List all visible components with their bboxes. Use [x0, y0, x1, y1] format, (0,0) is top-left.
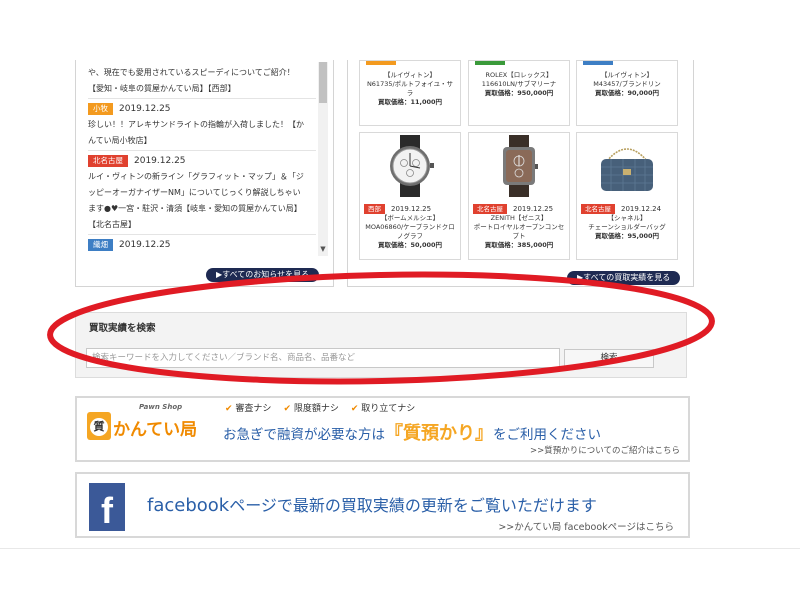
pawn-shop-label: Pawn Shop	[139, 403, 183, 411]
product-name: 116610LN/サブマリーナ	[481, 80, 557, 88]
feature-checks: ✔ 審査ナシ ✔ 限度額ナシ ✔ 取り立てナシ	[225, 401, 415, 414]
product-name: N61735/ポルトフォイユ・サ	[366, 80, 454, 88]
divider	[88, 234, 316, 235]
news-date: 2019.12.25	[119, 104, 171, 114]
pawn-highlight: 『質預かり』	[385, 423, 493, 444]
news-date: 2019.12.25	[134, 156, 186, 166]
pawn-banner[interactable]: 質 かんてい局 Pawn Shop ✔ 審査ナシ ✔ 限度額ナシ ✔ 取り立てナ…	[75, 396, 690, 462]
news-text: や、現在でも愛用されているスピーディについてご紹介！	[88, 68, 295, 77]
list-item[interactable]: 小牧 2019.12.25 珍しい！！アレキサンドライトの指輪が入荷しました！【…	[88, 101, 316, 149]
facebook-page-link[interactable]: >>かんてい局 facebookページはこちら	[498, 519, 674, 533]
product-name: 【ルイヴィトン】	[384, 71, 436, 79]
news-text: ます●♥一宮・駐沢・清須【岐阜・愛知の質屋かんてい局】	[88, 204, 302, 213]
store-tag	[475, 61, 505, 65]
all-news-button[interactable]: ▶すべてのお知らせを見る	[206, 268, 320, 282]
check-icon: ✔	[225, 404, 233, 414]
divider	[88, 98, 316, 99]
pawn-logo-icon: 質	[87, 412, 111, 440]
list-item[interactable]: や、現在でも愛用されているスピーディについてご紹介！ 【愛知・岐阜の質屋かんてい…	[88, 65, 316, 97]
footer-divider	[0, 548, 800, 549]
facebook-message: facebook ページで最新の買取実績の更新をご覧いただけます	[147, 495, 597, 516]
store-tag: 小牧	[88, 103, 113, 115]
product-name: 【ボームメルシエ】	[380, 214, 440, 222]
news-date: 2019.12.25	[119, 240, 171, 250]
news-text: 【愛知・岐阜の質屋かんてい局】【西部】	[88, 84, 236, 93]
product-price: 買取価格：950,000円	[484, 89, 554, 97]
product-price: 買取価格：50,000円	[377, 241, 443, 249]
product-name: ZENITH【ゼニス】	[490, 214, 548, 222]
news-text: ルイ・ヴィトンの新ライン「グラフィット・マップ」＆「ジ	[88, 172, 304, 181]
feature-check: ✔ 取り立てナシ	[350, 404, 416, 414]
product-name: 【シャネル】	[607, 214, 647, 222]
divider	[88, 150, 316, 151]
product-name: チェーンショルダーバッグ	[588, 223, 666, 231]
feature-check: ✔ 限度額ナシ	[283, 404, 339, 414]
news-text: ッピーオーガナイザーNM」についてじっくり解説しちゃい	[88, 188, 301, 197]
check-icon: ✔	[350, 404, 359, 414]
product-card[interactable]: ROLEX【ロレックス】 116610LN/サブマリーナ 買取価格：950,00…	[468, 60, 570, 126]
chronograph-watch-image	[390, 135, 434, 197]
product-price: 買取価格：385,000円	[484, 241, 554, 249]
product-date: 2019.12.25	[513, 204, 554, 213]
product-name: ノグラフ	[397, 232, 423, 240]
scroll-down-arrow-icon[interactable]: ▼	[318, 243, 328, 255]
news-text: んてい局小牧店】	[88, 136, 152, 145]
store-tag: 織畑	[88, 239, 113, 251]
product-card[interactable]: 北名古屋 2019.12.25 ZENITH【ゼニス】 ポートロイヤルオープンコ…	[468, 132, 570, 260]
square-watch-image	[503, 135, 538, 197]
pawn-info-link[interactable]: >>質預かりについてのご紹介はこちら	[530, 444, 680, 456]
store-tag: 北名古屋	[88, 155, 128, 167]
feature-check: ✔ 審査ナシ	[225, 404, 272, 414]
store-tag: 北名古屋	[581, 203, 615, 214]
search-input[interactable]	[86, 348, 560, 368]
store-tag	[583, 61, 613, 65]
product-name: プト	[512, 232, 526, 240]
product-name: MOA06860/ケープランドクロ	[365, 223, 455, 231]
product-card[interactable]: 北名古屋 2019.12.24 【シャネル】 チェーンショルダーバッグ 買取価格…	[576, 132, 678, 260]
news-text: 珍しい！！アレキサンドライトの指輪が入荷しました！【か	[88, 120, 304, 129]
product-name: ROLEX【ロレックス】	[485, 71, 553, 79]
store-tag	[366, 61, 396, 65]
product-price: 買取価格：95,000円	[594, 232, 660, 240]
product-name: ラ	[406, 89, 414, 97]
product-name: 【ルイヴィトン】	[601, 71, 653, 79]
news-list: や、現在でも愛用されているスピーディについてご紹介！ 【愛知・岐阜の質屋かんてい…	[88, 62, 316, 256]
product-name: ポートロイヤルオープンコンセ	[473, 223, 565, 231]
product-card[interactable]: 【ルイヴィトン】 N61735/ポルトフォイユ・サ ラ 買取価格：11,000円	[359, 60, 461, 126]
product-name: M43457/ブランドリン	[593, 80, 661, 88]
product-date: 2019.12.25	[391, 204, 432, 213]
list-item[interactable]: 北名古屋 2019.12.25 ルイ・ヴィトンの新ライン「グラフィット・マップ」…	[88, 153, 316, 233]
brand-name: かんてい局	[113, 420, 198, 440]
product-card[interactable]: 【ルイヴィトン】 M43457/ブランドリン 買取価格：90,000円	[576, 60, 678, 126]
list-item[interactable]: 織畑 2019.12.25	[88, 237, 316, 253]
product-price: 買取価格：90,000円	[594, 89, 660, 97]
check-icon: ✔	[283, 404, 291, 414]
chain-bag-image	[601, 148, 653, 191]
search-section	[75, 312, 687, 378]
product-price: 買取価格：11,000円	[377, 98, 443, 106]
facebook-banner[interactable]: f facebook ページで最新の買取実績の更新をご覧いただけます >>かんて…	[75, 472, 690, 538]
store-tag: 西部	[364, 203, 385, 214]
facebook-logo-icon: f	[89, 483, 125, 531]
product-card[interactable]: 西部 2019.12.25 【ボームメルシエ】 MOA06860/ケープランドク…	[359, 132, 461, 260]
news-scrollbar-thumb[interactable]	[319, 62, 327, 103]
store-tag: 北名古屋	[473, 203, 507, 214]
pawn-message: お急ぎで融資が必要な方は 『質預かり』 をご利用ください	[223, 419, 601, 445]
search-title: 買取実績を検索	[89, 323, 156, 334]
all-purchases-button[interactable]: ▶すべての買取実績を見る	[567, 271, 681, 285]
product-date: 2019.12.24	[621, 204, 662, 213]
news-text: 【北名古屋】	[88, 220, 136, 229]
search-button[interactable]: 検索	[564, 349, 654, 368]
